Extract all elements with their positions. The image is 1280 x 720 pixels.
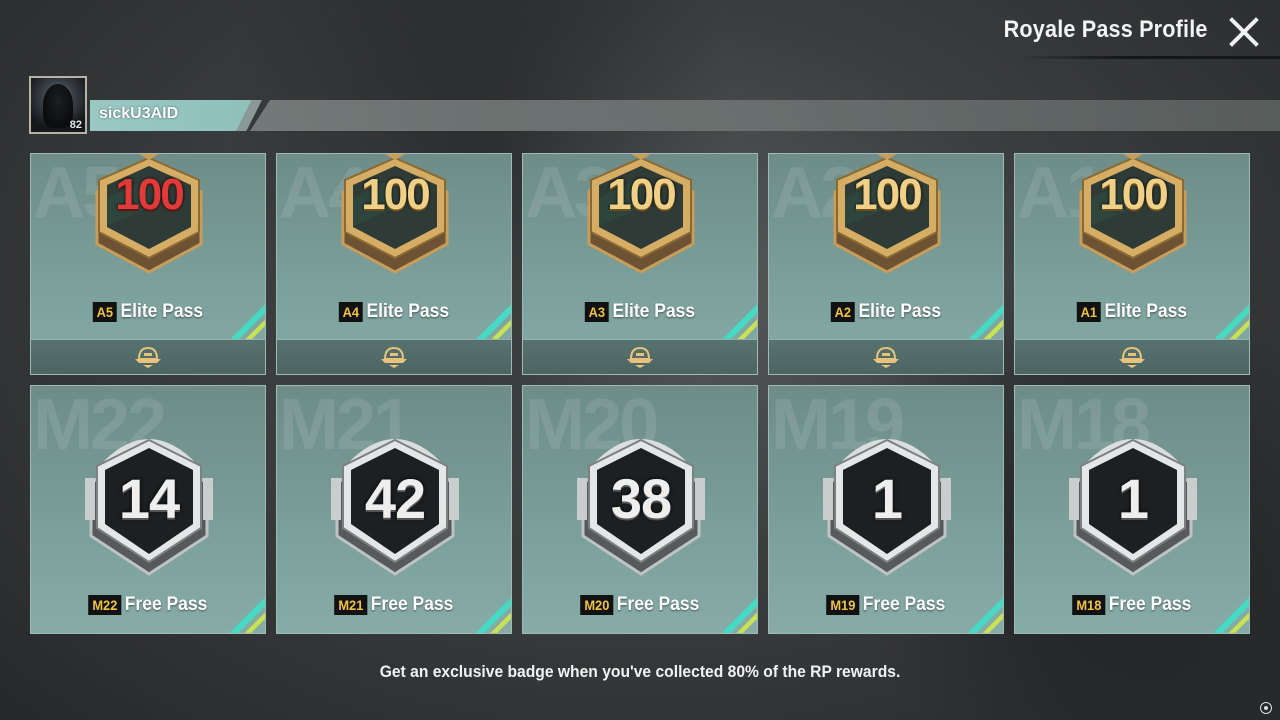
badge-level: 14 xyxy=(118,467,180,530)
badge-level: 100 xyxy=(115,170,184,219)
badge-level: 38 xyxy=(610,467,672,530)
pass-name: Elite Pass xyxy=(858,301,942,322)
pass-label: A5 Elite Pass xyxy=(40,301,255,323)
season-tag: A2 xyxy=(830,302,855,322)
close-icon xyxy=(1229,17,1259,47)
season-tag: M18 xyxy=(1072,595,1106,615)
season-tag: A1 xyxy=(1076,302,1101,322)
pass-label: M18 Free Pass xyxy=(1024,594,1239,616)
elite-card-footer xyxy=(769,339,1003,374)
pass-name: Elite Pass xyxy=(1104,301,1188,322)
free-badge: 38 xyxy=(575,426,707,576)
season-tag: M20 xyxy=(580,595,614,615)
season-tag: M22 xyxy=(88,595,122,615)
pass-label: M20 Free Pass xyxy=(532,594,747,616)
free-pass-card[interactable]: M22 14 M22 Free Pass xyxy=(30,385,266,634)
pass-name: Free Pass xyxy=(862,594,946,615)
free-badge: 14 xyxy=(83,426,215,576)
elite-badge: 100 xyxy=(1073,154,1193,278)
helmet-icon xyxy=(1119,346,1145,368)
elite-badge: 100 xyxy=(581,154,701,278)
pass-name: Elite Pass xyxy=(120,301,204,322)
avatar[interactable]: 82 xyxy=(29,76,87,134)
profile-strip xyxy=(250,100,1280,131)
free-pass-card[interactable]: M20 38 M20 Free Pass xyxy=(522,385,758,634)
page-title: Royale Pass Profile xyxy=(1004,16,1208,43)
elite-card-footer xyxy=(1015,339,1249,374)
helmet-icon xyxy=(873,346,899,368)
season-tag: M19 xyxy=(826,595,860,615)
elite-badge: 100 xyxy=(89,154,209,278)
helmet-icon xyxy=(135,346,161,368)
pass-label: M19 Free Pass xyxy=(778,594,993,616)
avatar-image xyxy=(43,84,73,128)
pass-label: A3 Elite Pass xyxy=(532,301,747,323)
pass-name: Free Pass xyxy=(1108,594,1192,615)
elite-card-footer xyxy=(523,339,757,374)
badge-level: 100 xyxy=(607,170,676,219)
pass-name: Free Pass xyxy=(370,594,454,615)
badge-level: 100 xyxy=(853,170,922,219)
season-tag: A3 xyxy=(584,302,609,322)
title-underline xyxy=(1020,56,1280,59)
elite-pass-card[interactable]: A3 100 A3 Elite Pass xyxy=(522,153,758,375)
elite-badge: 100 xyxy=(827,154,947,278)
avatar-level: 82 xyxy=(69,119,82,131)
elite-badge: 100 xyxy=(335,154,455,278)
free-badge: 42 xyxy=(329,426,461,576)
helmet-icon xyxy=(381,346,407,368)
free-pass-card[interactable]: M21 42 M21 Free Pass xyxy=(276,385,512,634)
free-badge: 1 xyxy=(1067,426,1199,576)
footer-message: Get an exclusive badge when you've colle… xyxy=(379,662,901,681)
pass-name: Free Pass xyxy=(124,594,208,615)
settings-dot-icon[interactable] xyxy=(1260,702,1272,714)
badge-level: 100 xyxy=(361,170,430,219)
pass-name: Elite Pass xyxy=(612,301,696,322)
badge-level: 1 xyxy=(1117,467,1149,530)
elite-pass-card[interactable]: A1 100 A1 Elite Pass xyxy=(1014,153,1250,375)
free-pass-card[interactable]: M18 1 M18 Free Pass xyxy=(1014,385,1250,634)
pass-name: Free Pass xyxy=(616,594,700,615)
elite-card-footer xyxy=(31,339,265,374)
season-tag: A5 xyxy=(92,302,117,322)
elite-pass-card[interactable]: A2 100 A2 Elite Pass xyxy=(768,153,1004,375)
pass-label: A4 Elite Pass xyxy=(286,301,501,323)
free-badge: 1 xyxy=(821,426,953,576)
free-pass-card[interactable]: M19 1 M19 Free Pass xyxy=(768,385,1004,634)
badge-level: 100 xyxy=(1099,170,1168,219)
pass-name: Elite Pass xyxy=(366,301,450,322)
pass-label: A2 Elite Pass xyxy=(778,301,993,323)
player-name: sickU3AID xyxy=(99,105,179,122)
elite-pass-card[interactable]: A4 100 A4 Elite Pass xyxy=(276,153,512,375)
elite-pass-card[interactable]: A5 100 A5 Elite Pass xyxy=(30,153,266,375)
badge-level: 1 xyxy=(871,467,903,530)
season-tag: M21 xyxy=(334,595,368,615)
helmet-icon xyxy=(627,346,653,368)
pass-label: A1 Elite Pass xyxy=(1024,301,1239,323)
pass-label: M21 Free Pass xyxy=(286,594,501,616)
pass-label: M22 Free Pass xyxy=(40,594,255,616)
close-button[interactable] xyxy=(1224,12,1264,52)
badge-level: 42 xyxy=(364,467,426,530)
elite-card-footer xyxy=(277,339,511,374)
season-tag: A4 xyxy=(338,302,363,322)
